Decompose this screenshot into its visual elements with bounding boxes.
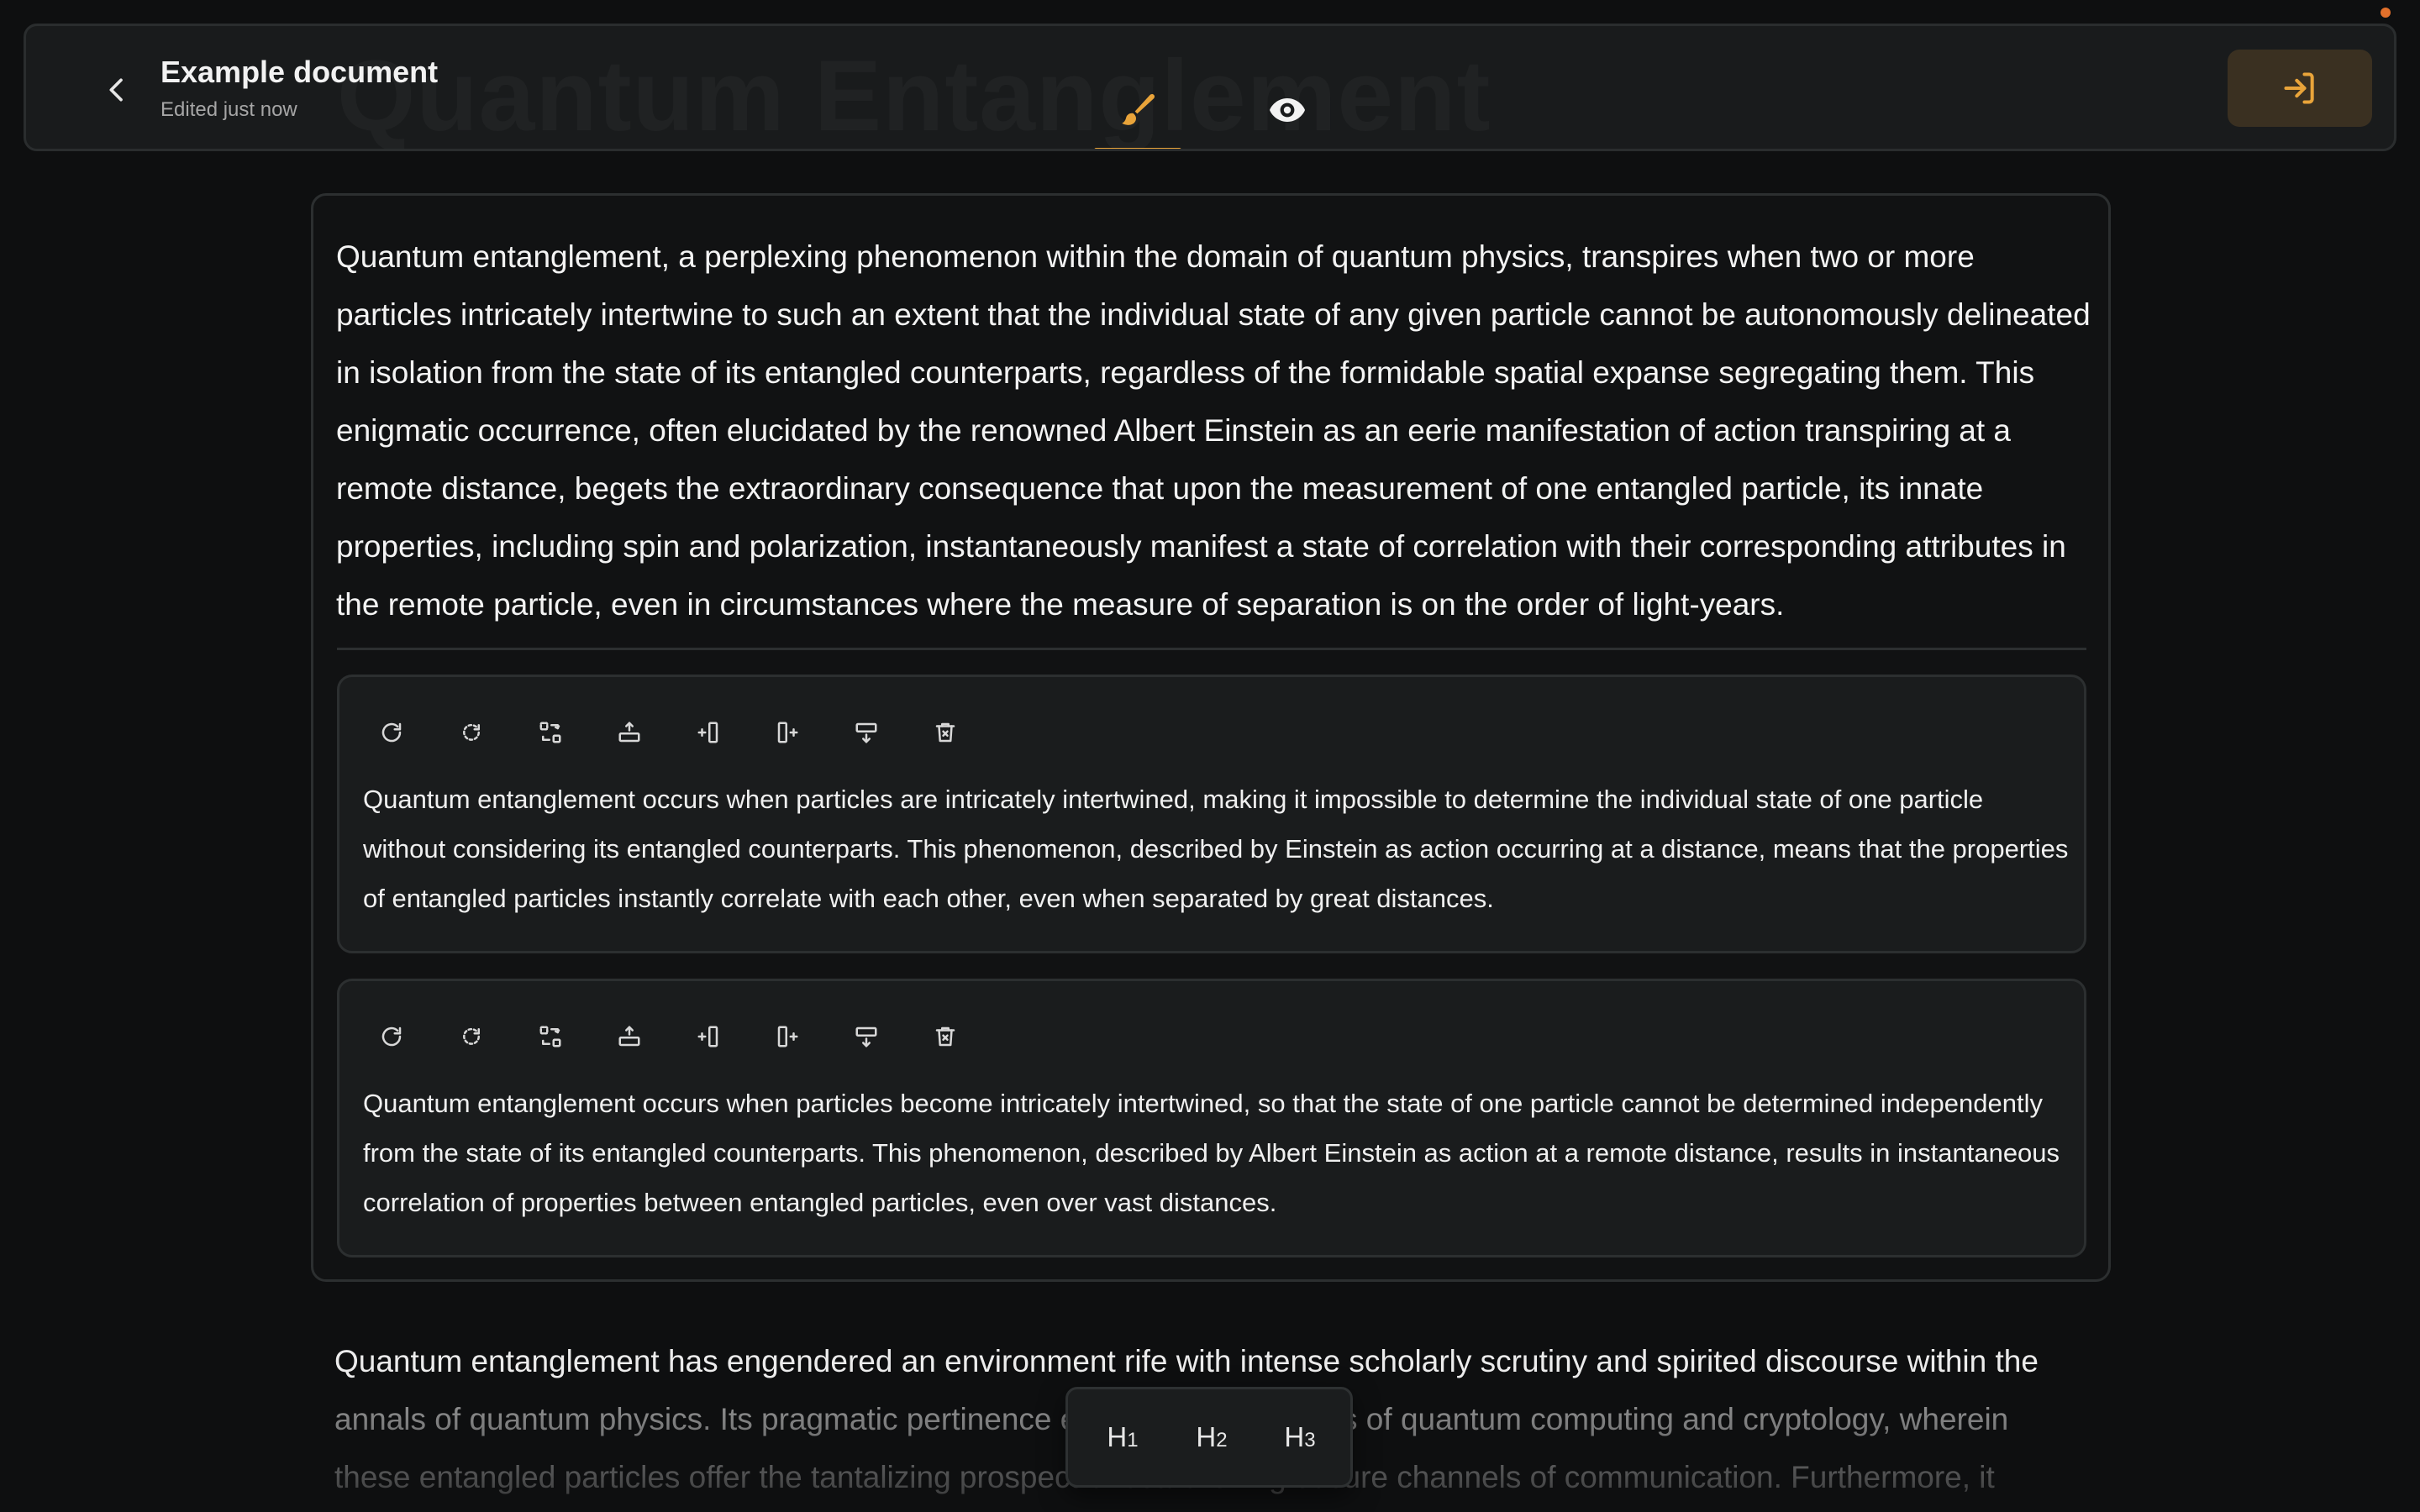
heading-1-digit: 1 [1127,1429,1139,1452]
heading-3-button[interactable]: H3 [1270,1415,1329,1462]
insert-above-button[interactable] [609,1016,650,1057]
heading-1-letter: H [1107,1421,1128,1452]
publish-button[interactable] [2228,50,2372,127]
suggestion-card[interactable]: Quantum entanglement occurs when particl… [337,675,2086,953]
login-arrow-icon [2284,72,2314,104]
eye-icon [1270,98,1305,122]
delete-icon [935,722,955,743]
insert-below-button[interactable] [846,1016,886,1057]
insert-after-icon [777,722,798,743]
replace-icon [539,1026,561,1047]
heading-2-digit: 2 [1216,1429,1228,1452]
regenerate-icon [381,722,402,743]
document-title: Example document [160,55,439,89]
heading-toolbar: H1 H2 H3 [1065,1387,1353,1488]
chevron-left-icon [109,78,123,102]
regenerate-icon [381,1026,402,1047]
delete-button[interactable] [925,1016,965,1057]
rephrase-button[interactable] [451,1016,492,1057]
divider [337,648,2086,650]
suggestion-text: Quantum entanglement occurs when particl… [363,1089,2060,1217]
rephrase-button[interactable] [451,712,492,753]
insert-above-icon [618,722,640,743]
heading-3-letter: H [1284,1421,1305,1452]
suggestion-text: Quantum entanglement occurs when particl… [363,785,2069,913]
paintbrush-icon [1122,93,1155,125]
insert-after-icon [777,1026,798,1047]
delete-icon [935,1026,955,1047]
insert-before-button[interactable] [688,712,729,753]
insert-below-icon [855,1026,877,1047]
original-paragraph[interactable]: Quantum entanglement, a perplexing pheno… [336,228,2092,633]
heading-3-digit: 3 [1304,1429,1316,1452]
heading-2-button[interactable]: H2 [1182,1415,1241,1462]
insert-after-button[interactable] [767,712,808,753]
insert-before-icon [697,722,718,743]
insert-below-button[interactable] [846,712,886,753]
rewrite-card: Quantum entanglement, a perplexing pheno… [311,193,2111,1282]
replace-button[interactable] [530,712,571,753]
document-status: Edited just now [160,98,297,121]
insert-after-button[interactable] [767,1016,808,1057]
insert-above-icon [618,1026,640,1047]
heading-1-button[interactable]: H1 [1093,1415,1152,1462]
insert-before-icon [697,1026,718,1047]
suggestion-card[interactable]: Quantum entanglement occurs when particl… [337,979,2086,1257]
regenerate-button[interactable] [371,1016,412,1057]
insert-above-button[interactable] [609,712,650,753]
edit-mode-tab[interactable] [1094,51,1181,149]
top-bar: Quantum Entanglement Example document Ed… [24,24,2396,151]
insert-below-icon [855,722,877,743]
notification-dot [2381,8,2391,18]
regenerate-button[interactable] [371,712,412,753]
back-button[interactable] [80,63,154,117]
replace-icon [539,722,561,743]
heading-2-letter: H [1196,1421,1217,1452]
rephrase-icon [463,1027,480,1045]
insert-before-button[interactable] [688,1016,729,1057]
preview-mode-tab[interactable] [1244,51,1331,149]
replace-button[interactable] [530,1016,571,1057]
delete-button[interactable] [925,712,965,753]
rephrase-icon [463,723,480,741]
